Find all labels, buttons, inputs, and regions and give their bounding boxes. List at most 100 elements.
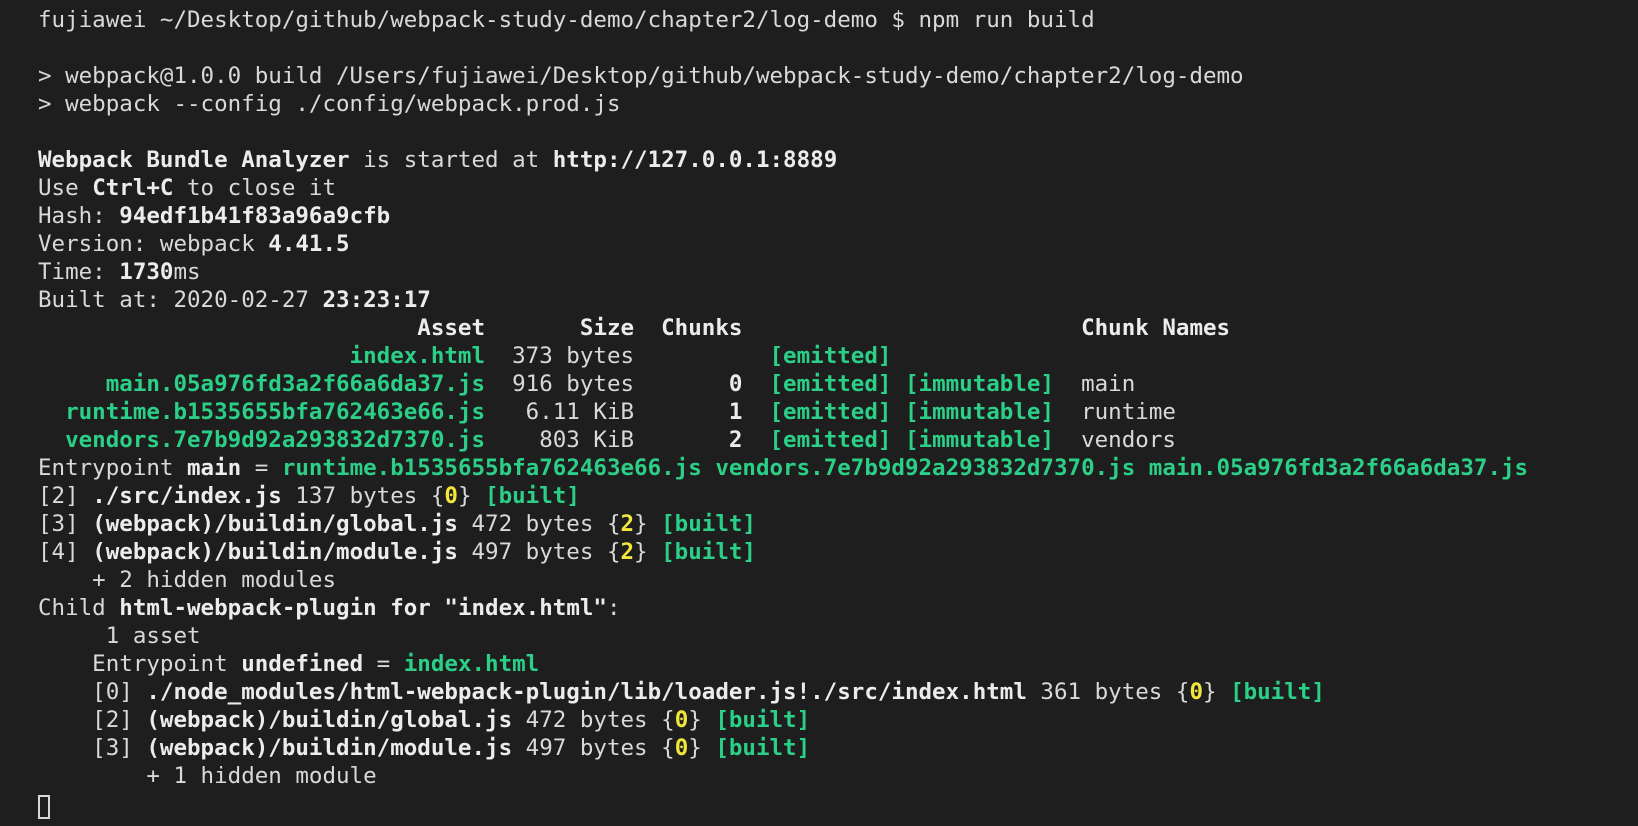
child-prefix: Child: [38, 595, 120, 621]
module-chunk: 2: [620, 539, 635, 565]
built-time: 23:23:17: [322, 287, 431, 313]
built-label: Built at: 2020-02-27: [38, 287, 323, 313]
module-id: [3]: [38, 735, 147, 761]
prompt-symbol: $: [891, 7, 905, 33]
module-size: 361 bytes {: [1026, 679, 1190, 705]
time-unit: ms: [173, 259, 201, 285]
child-entry-eq: =: [363, 651, 404, 677]
module-status: [built]: [715, 735, 811, 761]
module-row: [2] (webpack)/buildin/global.js 472 byte…: [38, 706, 1638, 734]
child-module-list: [0] ./node_modules/html-webpack-plugin/l…: [38, 678, 1638, 762]
module-path: ./src/index.js: [92, 483, 282, 509]
module-close: }: [634, 511, 662, 537]
module-status: [built]: [715, 707, 811, 733]
header-size: Size: [498, 315, 635, 341]
terminal-window[interactable]: fujiawei ~/Desktop/github/webpack-study-…: [0, 0, 1638, 826]
npm-command-line: > webpack --config ./config/webpack.prod…: [38, 91, 621, 117]
module-id: [2]: [38, 707, 147, 733]
entrypoint-line: Entrypoint main = runtime.b1535655bfa762…: [38, 454, 1638, 482]
asset-row: index.html 373 bytes [emitted]: [38, 342, 1638, 370]
child-asset-count: 1 asset: [38, 623, 201, 649]
module-close: }: [688, 735, 716, 761]
module-chunk: 2: [620, 511, 635, 537]
asset-chunk: 2: [634, 427, 743, 453]
asset-chunk: 1: [634, 399, 743, 425]
module-close: }: [1202, 679, 1231, 705]
module-status: [built]: [661, 511, 756, 537]
module-row: [0] ./node_modules/html-webpack-plugin/l…: [38, 678, 1638, 706]
emitted-tag: [emitted]: [769, 399, 892, 425]
terminal-cursor: [38, 794, 50, 819]
child-line: Child html-webpack-plugin for "index.htm…: [38, 594, 1638, 622]
chunk-name: main: [1081, 371, 1136, 397]
module-chunk: 0: [674, 707, 689, 733]
asset-chunk: 0: [634, 371, 743, 397]
module-path: (webpack)/buildin/module.js: [146, 735, 513, 761]
entrypoint-files: runtime.b1535655bfa762463e66.js vendors.…: [281, 455, 1529, 481]
asset-size: 6.11 KiB: [512, 399, 635, 425]
immutable-tag: [immutable]: [904, 399, 1054, 425]
asset-table: Asset Size Chunks Chunk Names index.html…: [38, 314, 1638, 454]
header-chunk-names: Chunk Names: [1081, 315, 1231, 341]
asset-row: vendors.7e7b9d92a293832d7370.js 803 KiB …: [38, 426, 1638, 454]
asset-size: 373 bytes: [512, 343, 635, 369]
module-path: (webpack)/buildin/global.js: [92, 511, 458, 537]
prompt-line: fujiawei ~/Desktop/github/webpack-study-…: [38, 6, 1638, 34]
prompt-cwd: ~/Desktop/github/webpack-study-demo/chap…: [159, 7, 878, 33]
module-path: (webpack)/buildin/global.js: [146, 707, 513, 733]
cursor-line: [38, 790, 1638, 819]
module-size: 497 bytes {: [457, 539, 621, 565]
module-close: }: [634, 539, 662, 565]
version-value: 4.41.5: [268, 231, 350, 257]
child-entry-file: index.html: [403, 651, 540, 677]
hidden-modules-line: + 2 hidden modules: [38, 567, 337, 593]
prompt-user: fujiawei: [38, 7, 147, 33]
module-path: ./node_modules/html-webpack-plugin/lib/l…: [146, 679, 1027, 705]
asset-size: 916 bytes: [512, 371, 635, 397]
close-prefix: Use: [38, 175, 93, 201]
entrypoint-eq: =: [241, 455, 282, 481]
module-path: (webpack)/buildin/module.js: [92, 539, 458, 565]
header-asset: Asset: [38, 315, 486, 341]
asset-name: index.html: [38, 343, 486, 369]
analyzer-name: Webpack Bundle Analyzer: [38, 147, 350, 173]
asset-table-header: Asset Size Chunks Chunk Names: [38, 314, 1638, 342]
asset-name: vendors.7e7b9d92a293832d7370.js: [38, 427, 486, 453]
time-line: Time: 1730ms: [38, 258, 1638, 286]
asset-row: main.05a976fd3a2f66a6da37.js 916 bytes 0…: [38, 370, 1638, 398]
header-chunks: Chunks: [661, 315, 743, 341]
close-suffix: to close it: [173, 175, 337, 201]
child-name: html-webpack-plugin: [119, 595, 377, 621]
emitted-tag: [emitted]: [769, 343, 892, 369]
module-status: [built]: [485, 483, 580, 509]
module-chunk: 0: [1189, 679, 1203, 705]
prompt-command: npm run build: [918, 7, 1095, 33]
child-for-text: for "index.html": [376, 595, 607, 621]
child-colon: :: [606, 595, 621, 621]
module-size: 472 bytes {: [512, 707, 675, 733]
module-size: 472 bytes {: [457, 511, 621, 537]
module-status: [built]: [661, 539, 756, 565]
analyzer-url[interactable]: http://127.0.0.1:8889: [553, 147, 837, 173]
version-line: Version: webpack 4.41.5: [38, 230, 1638, 258]
module-row: [4] (webpack)/buildin/module.js 497 byte…: [38, 538, 1638, 566]
immutable-tag: [immutable]: [904, 371, 1054, 397]
module-id: [3]: [38, 511, 93, 537]
module-id: [0]: [38, 679, 147, 705]
hash-line: Hash: 94edf1b41f83a96a9cfb: [38, 202, 1638, 230]
analyzer-close-line: Use Ctrl+C to close it: [38, 174, 1638, 202]
asset-chunk: [634, 343, 742, 369]
version-label: Version: webpack: [38, 231, 269, 257]
emitted-tag: [emitted]: [769, 371, 892, 397]
close-key: Ctrl+C: [92, 175, 174, 201]
module-close: }: [457, 483, 486, 509]
child-entry-name: undefined: [241, 651, 364, 677]
module-row: [2] ./src/index.js 137 bytes {0} [built]: [38, 482, 1638, 510]
chunk-name: vendors: [1081, 427, 1176, 453]
entrypoint-name: main: [187, 455, 242, 481]
module-row: [3] (webpack)/buildin/global.js 472 byte…: [38, 510, 1638, 538]
module-close: }: [688, 707, 716, 733]
immutable-tag: [immutable]: [904, 427, 1054, 453]
